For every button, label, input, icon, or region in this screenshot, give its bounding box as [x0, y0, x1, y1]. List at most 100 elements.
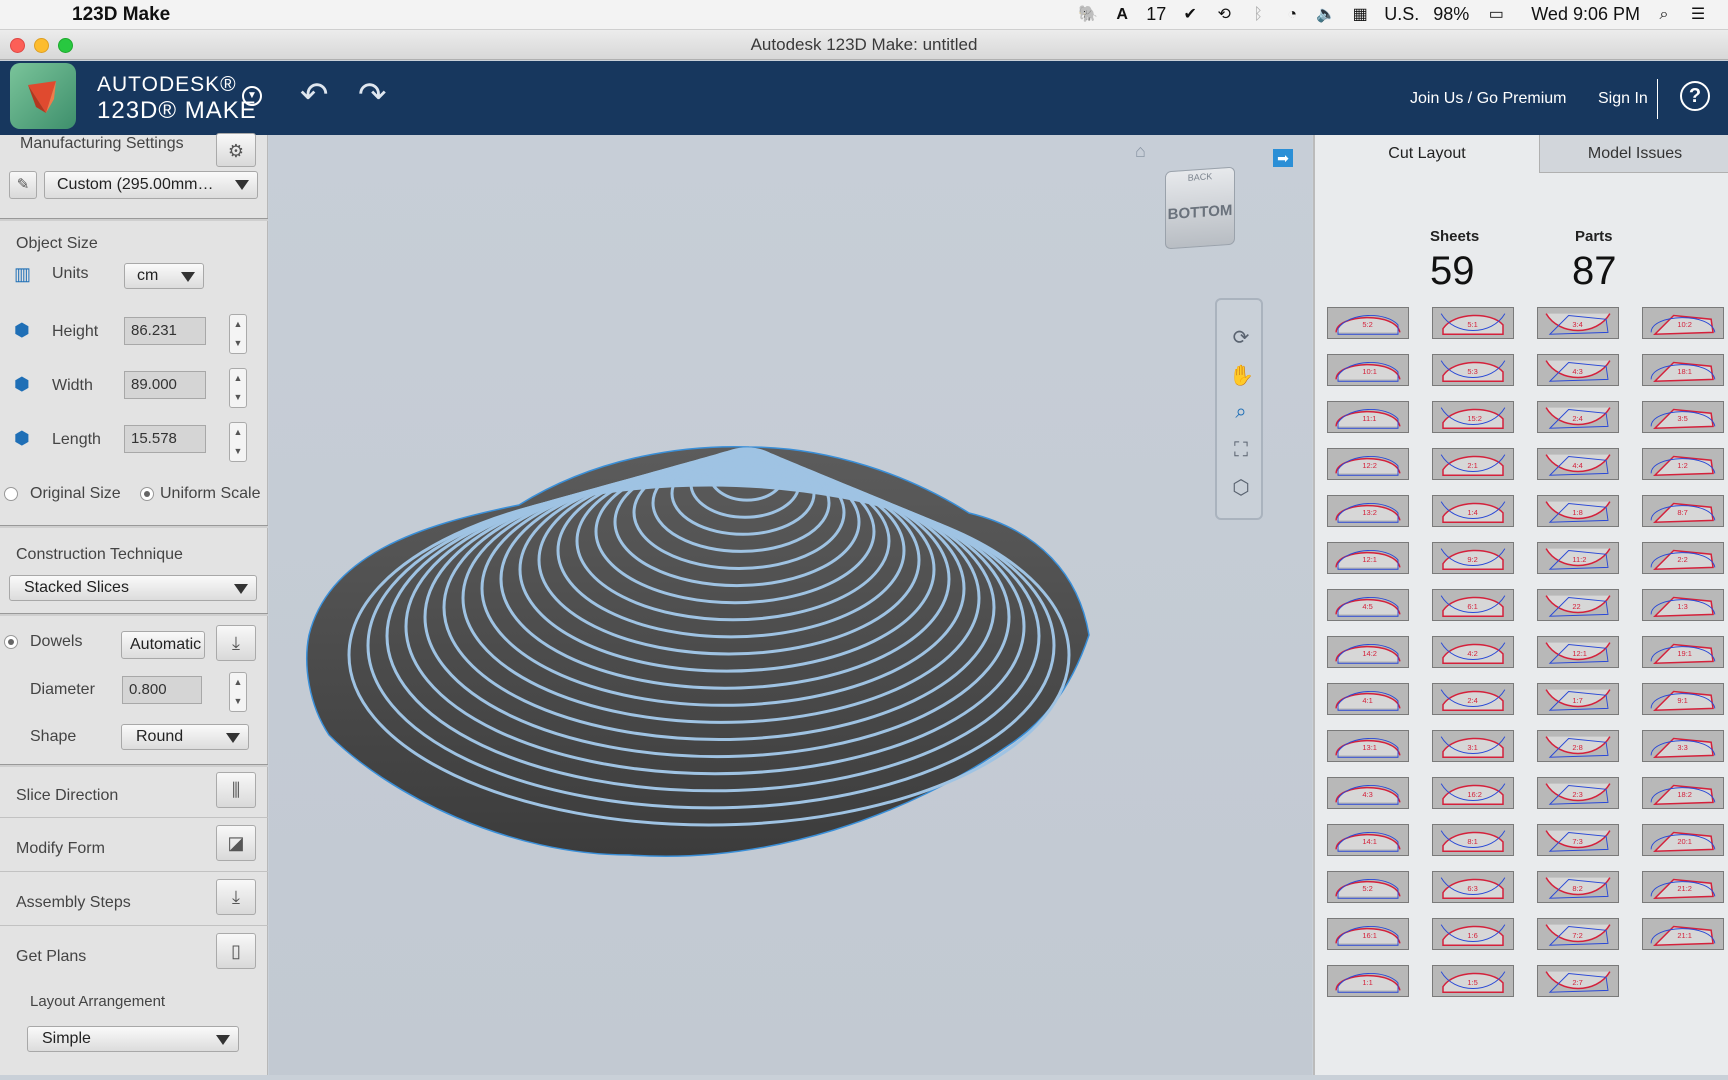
- sheet-thumbnail[interactable]: 4:3: [1327, 777, 1409, 809]
- evernote-icon[interactable]: 🐘: [1078, 5, 1098, 25]
- minimize-window-button[interactable]: [34, 38, 49, 53]
- view-cube-front-face[interactable]: BOTTOM: [1166, 202, 1234, 224]
- sheet-thumbnail[interactable]: 14:1: [1327, 824, 1409, 856]
- sheet-thumbnail[interactable]: 2:7: [1537, 965, 1619, 997]
- sheet-thumbnail[interactable]: 20:1: [1642, 824, 1724, 856]
- zoom-icon[interactable]: ⌕: [1229, 400, 1253, 424]
- sheet-thumbnail[interactable]: 18:2: [1642, 777, 1724, 809]
- sheet-thumbnail[interactable]: 4:2: [1432, 636, 1514, 668]
- sheet-thumbnail[interactable]: 1:8: [1537, 495, 1619, 527]
- sheet-thumbnail[interactable]: 10:1: [1327, 354, 1409, 386]
- sheet-thumbnail[interactable]: 3:4: [1537, 307, 1619, 339]
- collapse-panel-arrow-icon[interactable]: ➡: [1273, 149, 1293, 167]
- zoom-window-button[interactable]: [58, 38, 73, 53]
- sheet-thumbnail[interactable]: 12:2: [1327, 448, 1409, 480]
- sheet-thumbnail[interactable]: 1:2: [1642, 448, 1724, 480]
- get-plans-label[interactable]: Get Plans: [16, 948, 86, 966]
- sign-in-link[interactable]: Sign In: [1598, 90, 1648, 108]
- sheet-thumbnail[interactable]: 12:1: [1537, 636, 1619, 668]
- wifi-icon[interactable]: ◔: [1282, 5, 1302, 25]
- sheet-thumbnail[interactable]: 2:3: [1537, 777, 1619, 809]
- sheet-thumbnail[interactable]: 16:1: [1327, 918, 1409, 950]
- width-input[interactable]: 89.000: [124, 371, 206, 399]
- sheet-thumbnail[interactable]: 12:1: [1327, 542, 1409, 574]
- sheet-thumbnail[interactable]: 3:1: [1432, 730, 1514, 762]
- sheet-thumbnail[interactable]: 11:1: [1327, 401, 1409, 433]
- height-input[interactable]: 86.231: [124, 317, 206, 345]
- sheet-thumbnail[interactable]: 2:1: [1432, 448, 1514, 480]
- orbit-icon[interactable]: ⟳: [1229, 326, 1253, 350]
- app-menu-dropdown-icon[interactable]: ▼: [242, 86, 262, 106]
- height-stepper[interactable]: ▲ ▼: [229, 314, 247, 354]
- sheet-thumbnail[interactable]: 7:2: [1537, 918, 1619, 950]
- dowels-automatic-button[interactable]: Automatic: [121, 631, 205, 659]
- modify-form-label[interactable]: Modify Form: [16, 840, 105, 858]
- sheet-thumbnail[interactable]: 15:2: [1432, 401, 1514, 433]
- adobe-icon[interactable]: A: [1112, 5, 1132, 25]
- sheet-thumbnail[interactable]: 19:1: [1642, 636, 1724, 668]
- slice-direction-icon[interactable]: ⫼: [216, 772, 256, 808]
- redo-icon[interactable]: ↷: [358, 75, 387, 115]
- close-window-button[interactable]: [10, 38, 25, 53]
- sheet-thumbnail[interactable]: 4:3: [1537, 354, 1619, 386]
- modify-form-icon[interactable]: ◪: [216, 825, 256, 861]
- slice-direction-label[interactable]: Slice Direction: [16, 787, 118, 805]
- input-source[interactable]: U.S.: [1384, 4, 1419, 25]
- zoom-fit-icon[interactable]: ⛶: [1229, 438, 1253, 462]
- sheet-thumbnail[interactable]: 1:5: [1432, 965, 1514, 997]
- units-dropdown[interactable]: cm: [124, 263, 204, 289]
- sheet-thumbnail[interactable]: 21:2: [1642, 871, 1724, 903]
- checkmark-icon[interactable]: ✔: [1180, 5, 1200, 25]
- material-dropdown[interactable]: Custom (295.00mm…: [44, 171, 258, 199]
- sheet-thumbnail[interactable]: 4:5: [1327, 589, 1409, 621]
- diameter-stepper[interactable]: ▲ ▼: [229, 672, 247, 712]
- sheet-thumbnail[interactable]: 13:1: [1327, 730, 1409, 762]
- menubar-app-name[interactable]: 123D Make: [72, 4, 170, 26]
- pan-hand-icon[interactable]: ✋: [1229, 364, 1254, 388]
- construction-technique-dropdown[interactable]: Stacked Slices: [9, 575, 257, 601]
- sheet-thumbnail[interactable]: 7:3: [1537, 824, 1619, 856]
- perspective-cube-icon[interactable]: ⬡: [1229, 476, 1253, 500]
- length-input[interactable]: 15.578: [124, 425, 206, 453]
- sheet-thumbnail[interactable]: 5:3: [1432, 354, 1514, 386]
- app-logo[interactable]: [10, 63, 76, 129]
- sheet-thumbnail[interactable]: 14:2: [1327, 636, 1409, 668]
- sheet-thumbnail[interactable]: 1:3: [1642, 589, 1724, 621]
- sheet-thumbnail[interactable]: 5:2: [1327, 307, 1409, 339]
- get-plans-icon[interactable]: ▯: [216, 933, 256, 969]
- assembly-steps-icon[interactable]: ⤓: [216, 879, 256, 915]
- edit-material-pencil-icon[interactable]: ✎: [9, 171, 37, 199]
- sheet-thumbnail[interactable]: 3:5: [1642, 401, 1724, 433]
- sheet-thumbnail[interactable]: 1:1: [1327, 965, 1409, 997]
- sheet-thumbnail[interactable]: 2:4: [1537, 401, 1619, 433]
- sheet-thumbnail[interactable]: 22: [1537, 589, 1619, 621]
- sheet-thumbnail[interactable]: 2:2: [1642, 542, 1724, 574]
- sheet-thumbnail[interactable]: 5:2: [1327, 871, 1409, 903]
- help-button[interactable]: ?: [1680, 81, 1710, 111]
- view-cube-top-face[interactable]: BACK: [1166, 170, 1234, 185]
- time-machine-icon[interactable]: ⟲: [1214, 5, 1234, 25]
- width-stepper[interactable]: ▲ ▼: [229, 368, 247, 408]
- layout-arrangement-dropdown[interactable]: Simple: [27, 1026, 239, 1052]
- notification-center-icon[interactable]: ☰: [1688, 5, 1708, 25]
- tab-model-issues[interactable]: Model Issues: [1539, 135, 1728, 173]
- tab-cut-layout[interactable]: Cut Layout: [1315, 135, 1539, 173]
- sheet-thumbnail[interactable]: 4:1: [1327, 683, 1409, 715]
- clock[interactable]: Wed 9:06 PM: [1531, 4, 1640, 25]
- home-view-icon[interactable]: ⌂: [1135, 141, 1146, 162]
- sheet-thumbnail[interactable]: 6:3: [1432, 871, 1514, 903]
- sheet-thumbnail[interactable]: 1:7: [1537, 683, 1619, 715]
- bluetooth-icon[interactable]: ᛒ: [1248, 5, 1268, 25]
- sheet-thumbnail[interactable]: 8:7: [1642, 495, 1724, 527]
- length-stepper[interactable]: ▲ ▼: [229, 422, 247, 462]
- sheet-thumbnail[interactable]: 3:3: [1642, 730, 1724, 762]
- sheet-thumbnail[interactable]: 10:2: [1642, 307, 1724, 339]
- sheet-thumbnail[interactable]: 11:2: [1537, 542, 1619, 574]
- view-cube[interactable]: BACK BOTTOM: [1165, 166, 1235, 250]
- sheet-thumbnail[interactable]: 18:1: [1642, 354, 1724, 386]
- dowels-settings-icon[interactable]: ⤓: [216, 625, 256, 661]
- sheet-thumbnail[interactable]: 2:8: [1537, 730, 1619, 762]
- uniform-scale-radio[interactable]: [140, 487, 154, 501]
- dowel-shape-dropdown[interactable]: Round: [121, 724, 249, 750]
- stacked-slices-model[interactable]: [269, 135, 1312, 1075]
